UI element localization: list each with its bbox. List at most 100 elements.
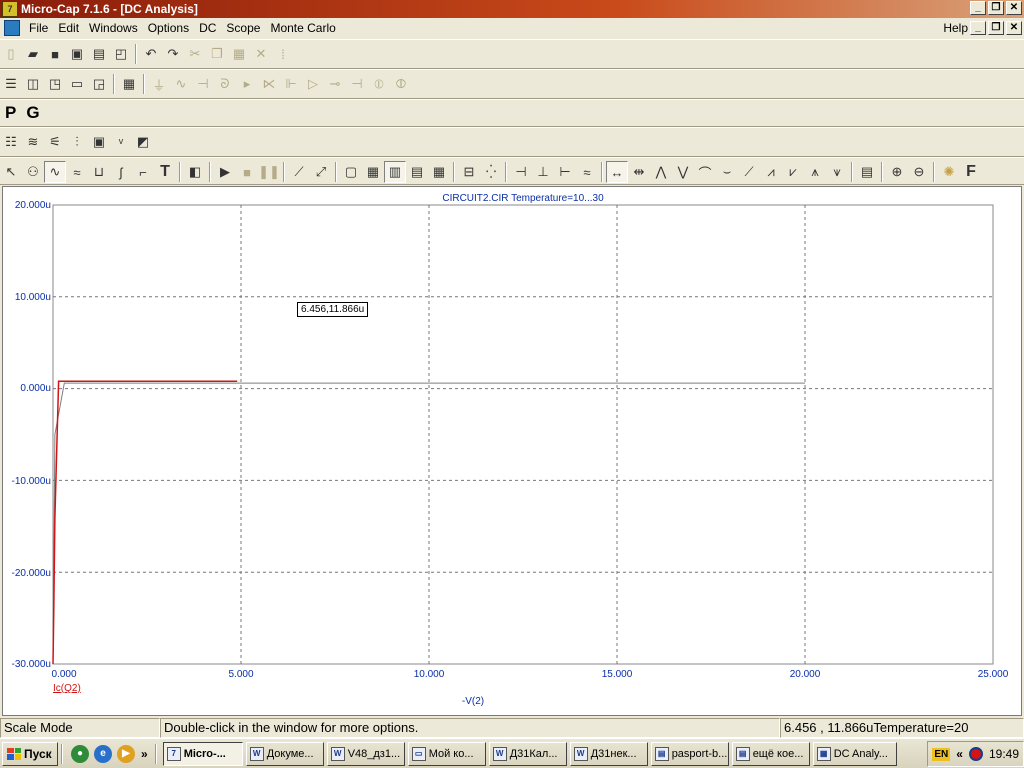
- component-mode-icon[interactable]: ⚇: [22, 161, 44, 183]
- minor-grid-icon[interactable]: ▥: [384, 161, 406, 183]
- restore-button[interactable]: ❐: [988, 1, 1004, 15]
- task-button[interactable]: W Докуме...: [245, 741, 324, 766]
- redo-icon[interactable]: ↷: [162, 43, 184, 65]
- state-variables-icon[interactable]: ᵛ: [110, 131, 132, 153]
- baseline-icon[interactable]: ⊟: [458, 161, 480, 183]
- current-source-icon[interactable]: ⦷: [390, 73, 412, 95]
- task-button[interactable]: W Д31нек...: [569, 741, 648, 766]
- task-button-microcap[interactable]: 7 Micro-...: [162, 741, 243, 766]
- doc-close-button[interactable]: ✕: [1006, 21, 1022, 35]
- quicklaunch-media-icon[interactable]: ▶: [117, 744, 135, 763]
- source-component-icon[interactable]: ⦶: [368, 73, 390, 95]
- menu-edit[interactable]: Edit: [53, 18, 84, 38]
- stepping-icon[interactable]: ⫶: [66, 131, 88, 153]
- save-icon[interactable]: ■: [44, 43, 66, 65]
- cursor-single-icon[interactable]: ⇹: [628, 161, 650, 183]
- bold-grid-icon[interactable]: ▤: [406, 161, 428, 183]
- plot-window[interactable]: CIRCUIT2.CIR Temperature=10...30 20.000u…: [2, 186, 1022, 716]
- global-low-icon[interactable]: ⩗: [782, 161, 804, 183]
- diode-component-icon[interactable]: ▸: [236, 73, 258, 95]
- inductor-component-icon[interactable]: ᘐ: [214, 73, 236, 95]
- global-high-icon[interactable]: ⩘: [760, 161, 782, 183]
- tile-horizontal-icon[interactable]: ☰: [0, 73, 22, 95]
- document-icon[interactable]: [4, 20, 20, 36]
- save-all-icon[interactable]: ▣: [66, 43, 88, 65]
- vertical-tag-icon[interactable]: ⌐: [132, 161, 154, 183]
- menu-file[interactable]: File: [24, 18, 53, 38]
- ground-component-icon[interactable]: ⏚: [148, 73, 170, 95]
- waveform-icon[interactable]: ≋: [22, 131, 44, 153]
- new-file-icon[interactable]: ▯: [0, 43, 22, 65]
- task-button[interactable]: W V48_дз1...: [326, 741, 405, 766]
- bottom-icon[interactable]: ⩛: [826, 161, 848, 183]
- menu-scope[interactable]: Scope: [221, 18, 265, 38]
- analysis-limits-icon[interactable]: ☷: [0, 131, 22, 153]
- window-icon[interactable]: ▭: [66, 73, 88, 95]
- menu-options[interactable]: Options: [143, 18, 194, 38]
- tray-chevron[interactable]: «: [956, 747, 963, 761]
- low-icon[interactable]: ⌣: [716, 161, 738, 183]
- plot-canvas[interactable]: [3, 187, 1021, 715]
- replicate-icon[interactable]: ⁞: [272, 43, 294, 65]
- battery-component-icon[interactable]: ⊣: [346, 73, 368, 95]
- paste-icon[interactable]: ▦: [228, 43, 250, 65]
- trace-icon[interactable]: ≈: [576, 161, 598, 183]
- slope-icon[interactable]: ⟋: [288, 161, 310, 183]
- series-legend-label[interactable]: Ic(Q2): [53, 683, 81, 694]
- undo-icon[interactable]: ↶: [140, 43, 162, 65]
- data-points-icon[interactable]: ⁛: [480, 161, 502, 183]
- menu-monte-carlo[interactable]: Monte Carlo: [265, 18, 340, 38]
- cursor-mode-icon[interactable]: ≈: [66, 161, 88, 183]
- zoom-line-icon[interactable]: ⤢: [310, 161, 332, 183]
- format-tool[interactable]: F: [960, 161, 982, 183]
- menu-windows[interactable]: Windows: [84, 18, 143, 38]
- horizontal-tag-icon[interactable]: ʃ: [110, 161, 132, 183]
- peak-icon[interactable]: ⋀: [650, 161, 672, 183]
- tile-vertical-icon[interactable]: ◫: [22, 73, 44, 95]
- print-preview-icon[interactable]: ◰: [110, 43, 132, 65]
- outline-grid-icon[interactable]: ▢: [340, 161, 362, 183]
- p-button[interactable]: P: [5, 103, 16, 123]
- mosfet-component-icon[interactable]: ⊩: [280, 73, 302, 95]
- cascade-icon[interactable]: ◳: [44, 73, 66, 95]
- quicklaunch-chevron[interactable]: »: [141, 747, 148, 761]
- point-tag-icon[interactable]: ⊔: [88, 161, 110, 183]
- resistor-component-icon[interactable]: ∿: [170, 73, 192, 95]
- performance-window-icon[interactable]: ◩: [132, 131, 154, 153]
- dotted-grid-icon[interactable]: ▦: [428, 161, 450, 183]
- start-button[interactable]: Пуск: [2, 741, 58, 766]
- cursor-both-icon[interactable]: ↔: [606, 161, 628, 183]
- probe-icon[interactable]: ⚟: [44, 131, 66, 153]
- language-indicator[interactable]: EN: [932, 747, 951, 761]
- task-button[interactable]: ▤ pasport-b...: [650, 741, 729, 766]
- doc-minimize-button[interactable]: _: [970, 21, 986, 35]
- valley-icon[interactable]: ⋁: [672, 161, 694, 183]
- open-folder-icon[interactable]: ▰: [22, 43, 44, 65]
- numeric-output-icon[interactable]: ▤: [856, 161, 878, 183]
- plot-properties-icon[interactable]: ▣: [88, 131, 110, 153]
- task-button[interactable]: ▦ DC Analy...: [812, 741, 897, 766]
- grid-icon[interactable]: ▦: [362, 161, 384, 183]
- zoom-out-icon[interactable]: ⊖: [908, 161, 930, 183]
- menu-dc[interactable]: DC: [194, 18, 221, 38]
- task-button[interactable]: W Д31Кал...: [488, 741, 567, 766]
- cursor-next-icon[interactable]: ⊢: [554, 161, 576, 183]
- task-button[interactable]: ▤ ещё кое...: [731, 741, 810, 766]
- zoom-in-icon[interactable]: ⊕: [886, 161, 908, 183]
- quicklaunch-browser-icon[interactable]: ●: [71, 744, 89, 763]
- cut-icon[interactable]: ✂: [184, 43, 206, 65]
- color-icon[interactable]: ✺: [938, 161, 960, 183]
- cursor-peak-icon[interactable]: ⊥: [532, 161, 554, 183]
- g-button[interactable]: G: [26, 103, 39, 123]
- opamp-component-icon[interactable]: ▷: [302, 73, 324, 95]
- print-icon[interactable]: ▤: [88, 43, 110, 65]
- transistor-component-icon[interactable]: ⋉: [258, 73, 280, 95]
- delete-icon[interactable]: ✕: [250, 43, 272, 65]
- doc-restore-button[interactable]: ❐: [988, 21, 1004, 35]
- minimize-button[interactable]: _: [970, 1, 986, 15]
- select-mode-icon[interactable]: ↖: [0, 161, 22, 183]
- gate-component-icon[interactable]: ⊸: [324, 73, 346, 95]
- menu-help[interactable]: Help: [943, 18, 968, 38]
- stop-icon[interactable]: ■: [236, 161, 258, 183]
- x-axis-label[interactable]: -V(2): [423, 696, 523, 707]
